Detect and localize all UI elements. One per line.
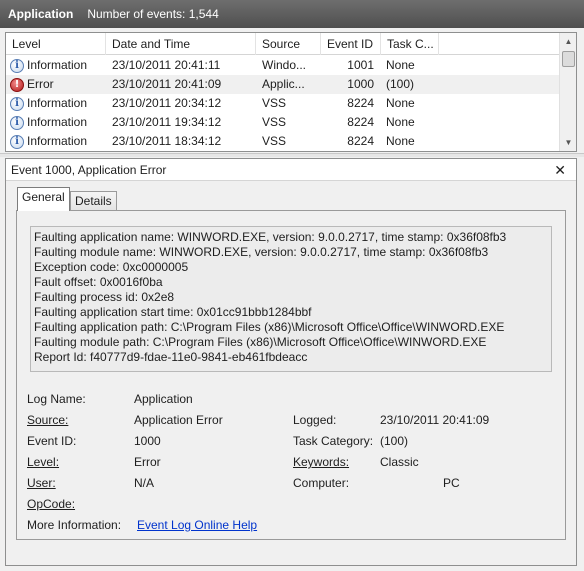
column-header-task[interactable]: Task C...	[381, 33, 439, 55]
computer-value: PC	[443, 476, 460, 490]
source-label: Source:	[27, 413, 69, 427]
event-log-help-link[interactable]: Event Log Online Help	[137, 517, 257, 533]
log-title: Application	[8, 7, 74, 21]
row-task: (100)	[386, 77, 415, 91]
computer-label: Computer:	[293, 476, 350, 490]
message-line: Faulting application path: C:\Program Fi…	[34, 320, 505, 334]
pane-splitter[interactable]	[0, 153, 584, 157]
message-line: Faulting module path: C:\Program Files (…	[34, 335, 487, 349]
column-header-source[interactable]: Source	[256, 33, 321, 55]
table-row[interactable]: i Information 23/10/2011 20:41:11 Windo..…	[6, 56, 561, 75]
message-line: Faulting application name: WINWORD.EXE, …	[34, 230, 507, 244]
table-row-selected[interactable]: ! Error 23/10/2011 20:41:09 Applic... 100…	[6, 75, 561, 94]
column-header-event-id[interactable]: Event ID	[321, 33, 381, 55]
log-name-label: Log Name:	[27, 392, 86, 406]
row-source: VSS	[262, 134, 287, 148]
details-title: Event 1000, Application Error	[11, 163, 167, 177]
table-row[interactable]: i Information 23/10/2011 19:34:12 VSS 822…	[6, 113, 561, 132]
row-level: Information	[27, 134, 88, 148]
user-label: User:	[27, 476, 56, 490]
message-line: Fault offset: 0x0016f0ba	[34, 275, 163, 289]
error-icon: !	[10, 77, 24, 92]
row-task: None	[386, 134, 415, 148]
scroll-down-icon[interactable]: ▼	[560, 134, 576, 151]
list-header: Level Date and Time Source Event ID Task…	[6, 33, 561, 55]
event-message-box[interactable]: Faulting application name: WINWORD.EXE, …	[30, 226, 552, 372]
row-task: None	[386, 96, 415, 110]
title-bar: Application Number of events: 1,544	[0, 0, 584, 28]
column-header-level[interactable]: Level	[6, 33, 106, 55]
message-line: Faulting module name: WINWORD.EXE, versi…	[34, 245, 489, 259]
row-level: Error	[27, 77, 54, 91]
event-id-value: 1000	[134, 434, 161, 448]
column-header-date[interactable]: Date and Time	[106, 33, 256, 55]
row-task: None	[386, 115, 415, 129]
row-task: None	[386, 58, 415, 72]
row-source: VSS	[262, 96, 287, 110]
general-tab-body: Faulting application name: WINWORD.EXE, …	[16, 210, 566, 540]
level-value: Error	[134, 455, 161, 469]
row-level: Information	[27, 115, 88, 129]
row-date: 23/10/2011 18:34:12	[112, 134, 222, 148]
message-line: Report Id: f40777d9-fdae-11e0-9841-eb461…	[34, 350, 308, 364]
task-category-label: Task Category:	[293, 434, 374, 448]
event-list[interactable]: Level Date and Time Source Event ID Task…	[5, 32, 577, 152]
message-line: Faulting application start time: 0x01cc9…	[34, 305, 312, 319]
level-label: Level:	[27, 455, 60, 469]
keywords-label: Keywords:	[293, 455, 350, 469]
message-line: Exception code: 0xc0000005	[34, 260, 189, 274]
row-source: Windo...	[262, 58, 307, 72]
more-info-label: More Information:	[27, 518, 122, 532]
tab-details[interactable]: Details	[70, 191, 117, 212]
row-date: 23/10/2011 20:34:12	[112, 96, 222, 110]
opcode-label: OpCode:	[27, 497, 76, 511]
info-icon: i	[10, 115, 24, 130]
row-level: Information	[27, 96, 88, 110]
message-line: Faulting process id: 0x2e8	[34, 290, 175, 304]
task-category-value: (100)	[380, 434, 409, 448]
row-event-id: 1001	[347, 58, 374, 72]
keywords-value: Classic	[380, 455, 419, 469]
row-event-id: 8224	[347, 96, 374, 110]
close-icon[interactable]: ✕	[554, 160, 566, 180]
list-scrollbar[interactable]: ▲ ▼	[559, 33, 576, 151]
user-value: N/A	[134, 476, 155, 490]
tab-general[interactable]: General	[17, 187, 70, 211]
details-header: Event 1000, Application Error ✕	[6, 159, 576, 181]
row-event-id: 1000	[347, 77, 374, 91]
info-icon: i	[10, 134, 24, 149]
logged-label: Logged:	[293, 413, 337, 427]
log-name-value: Application	[134, 392, 193, 406]
row-event-id: 8224	[347, 134, 374, 148]
table-row[interactable]: i Information 23/10/2011 18:34:12 VSS 822…	[6, 132, 561, 151]
row-level: Information	[27, 58, 88, 72]
info-icon: i	[10, 58, 24, 73]
row-source: VSS	[262, 115, 287, 129]
scroll-thumb[interactable]	[562, 51, 575, 67]
event-id-label: Event ID:	[27, 434, 77, 448]
logged-value: 23/10/2011 20:41:09	[380, 413, 490, 427]
info-icon: i	[10, 96, 24, 111]
table-row[interactable]: i Information 23/10/2011 20:34:12 VSS 822…	[6, 94, 561, 113]
source-value: Application Error	[134, 413, 223, 427]
scroll-up-icon[interactable]: ▲	[560, 33, 576, 50]
row-date: 23/10/2011 19:34:12	[112, 115, 222, 129]
row-date: 23/10/2011 20:41:11	[112, 58, 221, 72]
event-count: Number of events: 1,544	[87, 7, 219, 21]
row-date: 23/10/2011 20:41:09	[112, 77, 222, 91]
row-event-id: 8224	[347, 115, 374, 129]
event-details-pane: Event 1000, Application Error ✕ General …	[5, 158, 577, 566]
row-source: Applic...	[262, 77, 305, 91]
